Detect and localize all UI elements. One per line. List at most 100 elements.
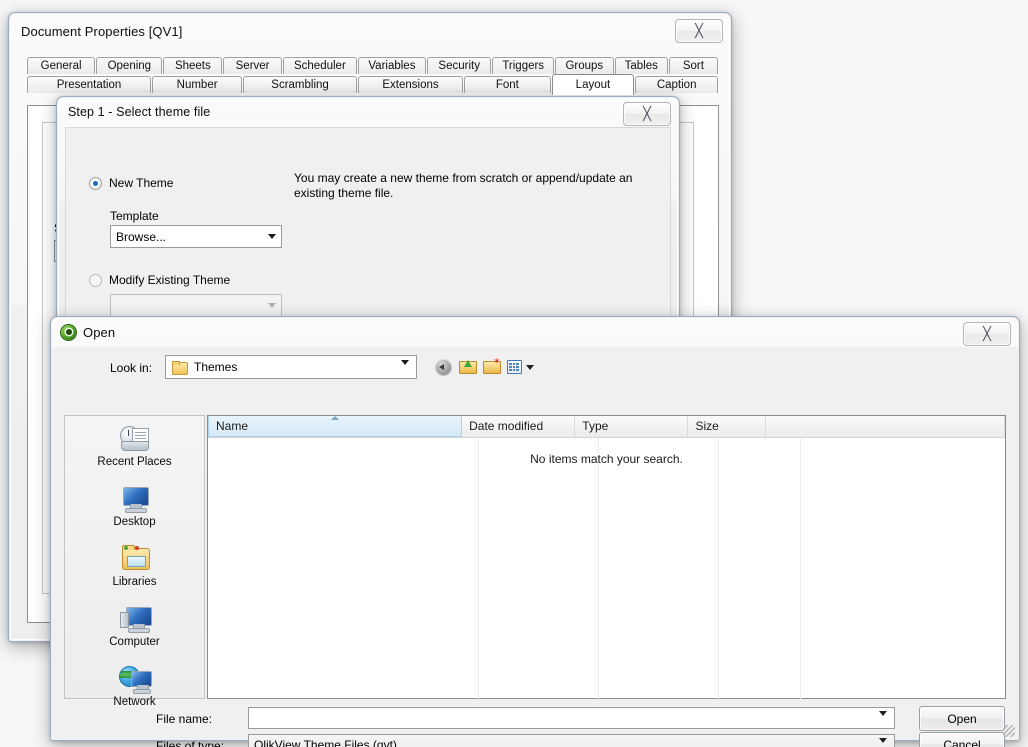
lookin-bar: Look in: Themes <box>52 353 1018 383</box>
new-theme-label: New Theme <box>109 176 174 190</box>
qlikview-icon <box>61 324 76 340</box>
chevron-down-icon <box>879 711 887 730</box>
chevron-down-icon <box>263 295 281 316</box>
column-header-label: Name <box>216 419 249 433</box>
place-desktop[interactable]: Desktop <box>65 484 204 528</box>
close-icon: ╳ <box>643 106 651 122</box>
views-button[interactable] <box>505 356 535 378</box>
file-name-label: File name: <box>156 712 213 726</box>
files-of-type-combo[interactable]: QlikView Theme Files (qvt) <box>248 734 895 747</box>
modify-existing-theme-radio[interactable]: Modify Existing Theme <box>89 273 230 287</box>
column-header-type[interactable]: Type <box>575 416 689 437</box>
tab-extensions[interactable]: Extensions <box>357 76 464 93</box>
back-button[interactable] <box>432 356 454 378</box>
computer-icon <box>118 604 152 634</box>
tab-scrambling[interactable]: Scrambling <box>243 76 357 93</box>
chevron-down-icon <box>879 738 887 747</box>
desktop-icon <box>118 484 152 514</box>
template-label: Template <box>110 209 159 223</box>
lookin-value: Themes <box>194 360 238 374</box>
place-recent-places[interactable]: Recent Places <box>65 424 204 468</box>
tab-layout[interactable]: Layout <box>551 74 635 95</box>
tab-general[interactable]: General <box>27 57 96 74</box>
network-icon <box>118 664 152 694</box>
document-properties-title: Document Properties [QV1] <box>21 23 183 39</box>
existing-theme-combo[interactable] <box>110 294 282 317</box>
radio-dot-icon <box>89 176 102 190</box>
radio-dot-icon <box>89 273 102 287</box>
place-network[interactable]: Network <box>65 664 204 708</box>
document-properties-close-button[interactable]: ╳ <box>675 19 723 43</box>
open-file-dialog: Open ╳ Look in: Themes ✶ Recent Places D… <box>50 316 1020 747</box>
up-folder-icon <box>458 360 477 374</box>
column-header-label: Date modified <box>469 419 544 433</box>
places-bar: Recent Places Desktop Libraries Computer… <box>64 415 205 708</box>
tab-groups[interactable]: Groups <box>554 57 614 74</box>
recent-places-icon <box>118 424 152 454</box>
step1-body: You may create a new theme from scratch … <box>65 127 671 321</box>
place-computer[interactable]: Computer <box>65 604 204 648</box>
column-header-blank[interactable] <box>766 416 1006 437</box>
chevron-down-icon <box>263 226 281 247</box>
new-folder-button[interactable] <box>480 356 502 378</box>
libraries-icon <box>118 544 152 574</box>
place-label: Network <box>113 696 156 708</box>
files-of-type-value: QlikView Theme Files (qvt) <box>254 738 397 747</box>
tab-server[interactable]: Server <box>223 57 282 74</box>
place-label: Computer <box>109 636 160 648</box>
tab-opening[interactable]: Opening <box>96 57 163 74</box>
template-combo-value: Browse... <box>116 229 167 244</box>
desktop-root: Document Properties [QV1] ╳ General Openi… <box>0 0 1028 747</box>
place-libraries[interactable]: Libraries <box>65 544 204 588</box>
step1-close-button[interactable]: ╳ <box>623 102 671 126</box>
tab-triggers[interactable]: Triggers <box>492 57 554 74</box>
open-dialog-title: Open <box>83 324 116 340</box>
column-header-size[interactable]: Size <box>688 416 766 437</box>
tab-number[interactable]: Number <box>152 76 243 93</box>
document-properties-titlebar[interactable]: Document Properties [QV1] <box>9 13 731 49</box>
files-of-type-label: Files of type: <box>156 739 225 747</box>
new-folder-icon <box>482 357 501 374</box>
open-dialog-close-button[interactable]: ╳ <box>963 322 1011 346</box>
open-button[interactable]: Open <box>919 706 1005 731</box>
modify-existing-theme-label: Modify Existing Theme <box>109 273 231 287</box>
chevron-down-icon <box>401 360 409 379</box>
step1-titlebar[interactable]: Step 1 - Select theme file <box>57 97 679 127</box>
cancel-button-label: Cancel <box>943 737 981 747</box>
lookin-label: Look in: <box>110 361 153 375</box>
file-name-input[interactable] <box>248 707 895 730</box>
resize-grip[interactable] <box>1003 725 1015 737</box>
file-list-header: Name Date modified Type Size <box>208 416 1006 438</box>
step1-description: You may create a new theme from scratch … <box>294 171 633 200</box>
tab-security[interactable]: Security <box>427 57 492 74</box>
tab-sheets[interactable]: Sheets <box>163 57 223 74</box>
close-icon: ╳ <box>983 326 991 342</box>
tab-presentation[interactable]: Presentation <box>27 76 151 93</box>
views-icon <box>506 360 522 374</box>
tab-sort[interactable]: Sort <box>668 57 719 74</box>
tab-variables[interactable]: Variables <box>357 57 426 74</box>
place-label: Libraries <box>112 576 157 588</box>
select-theme-file-window: Step 1 - Select theme file ╳ You may cre… <box>56 96 680 322</box>
tab-caption[interactable]: Caption <box>635 76 718 93</box>
sort-ascending-icon <box>331 416 340 420</box>
tab-font[interactable]: Font <box>464 76 551 93</box>
up-one-level-button[interactable] <box>456 356 478 378</box>
tab-scheduler[interactable]: Scheduler <box>282 57 357 74</box>
file-list-body[interactable]: No items match your search. <box>208 438 1005 699</box>
column-header-date-modified[interactable]: Date modified <box>462 416 576 437</box>
tab-tables[interactable]: Tables <box>614 57 668 74</box>
file-list[interactable]: Name Date modified Type Size No items match… <box>207 415 1006 699</box>
back-icon <box>434 358 452 376</box>
folder-icon <box>172 360 188 375</box>
template-combo[interactable]: Browse... <box>110 225 282 248</box>
lookin-combo[interactable]: Themes <box>165 355 417 379</box>
step1-title: Step 1 - Select theme file <box>68 105 211 119</box>
open-dialog-titlebar[interactable]: Open <box>51 317 1019 347</box>
document-properties-tabstrip: General Opening Sheets Server Scheduler Varia… <box>27 56 719 95</box>
new-theme-radio[interactable]: New Theme <box>89 176 173 190</box>
column-header-name[interactable]: Name <box>208 416 463 437</box>
open-dialog-body: Look in: Themes ✶ Recent Places Desktop … <box>52 347 1018 747</box>
cancel-button[interactable]: Cancel <box>919 732 1005 747</box>
place-label: Recent Places <box>97 456 172 468</box>
